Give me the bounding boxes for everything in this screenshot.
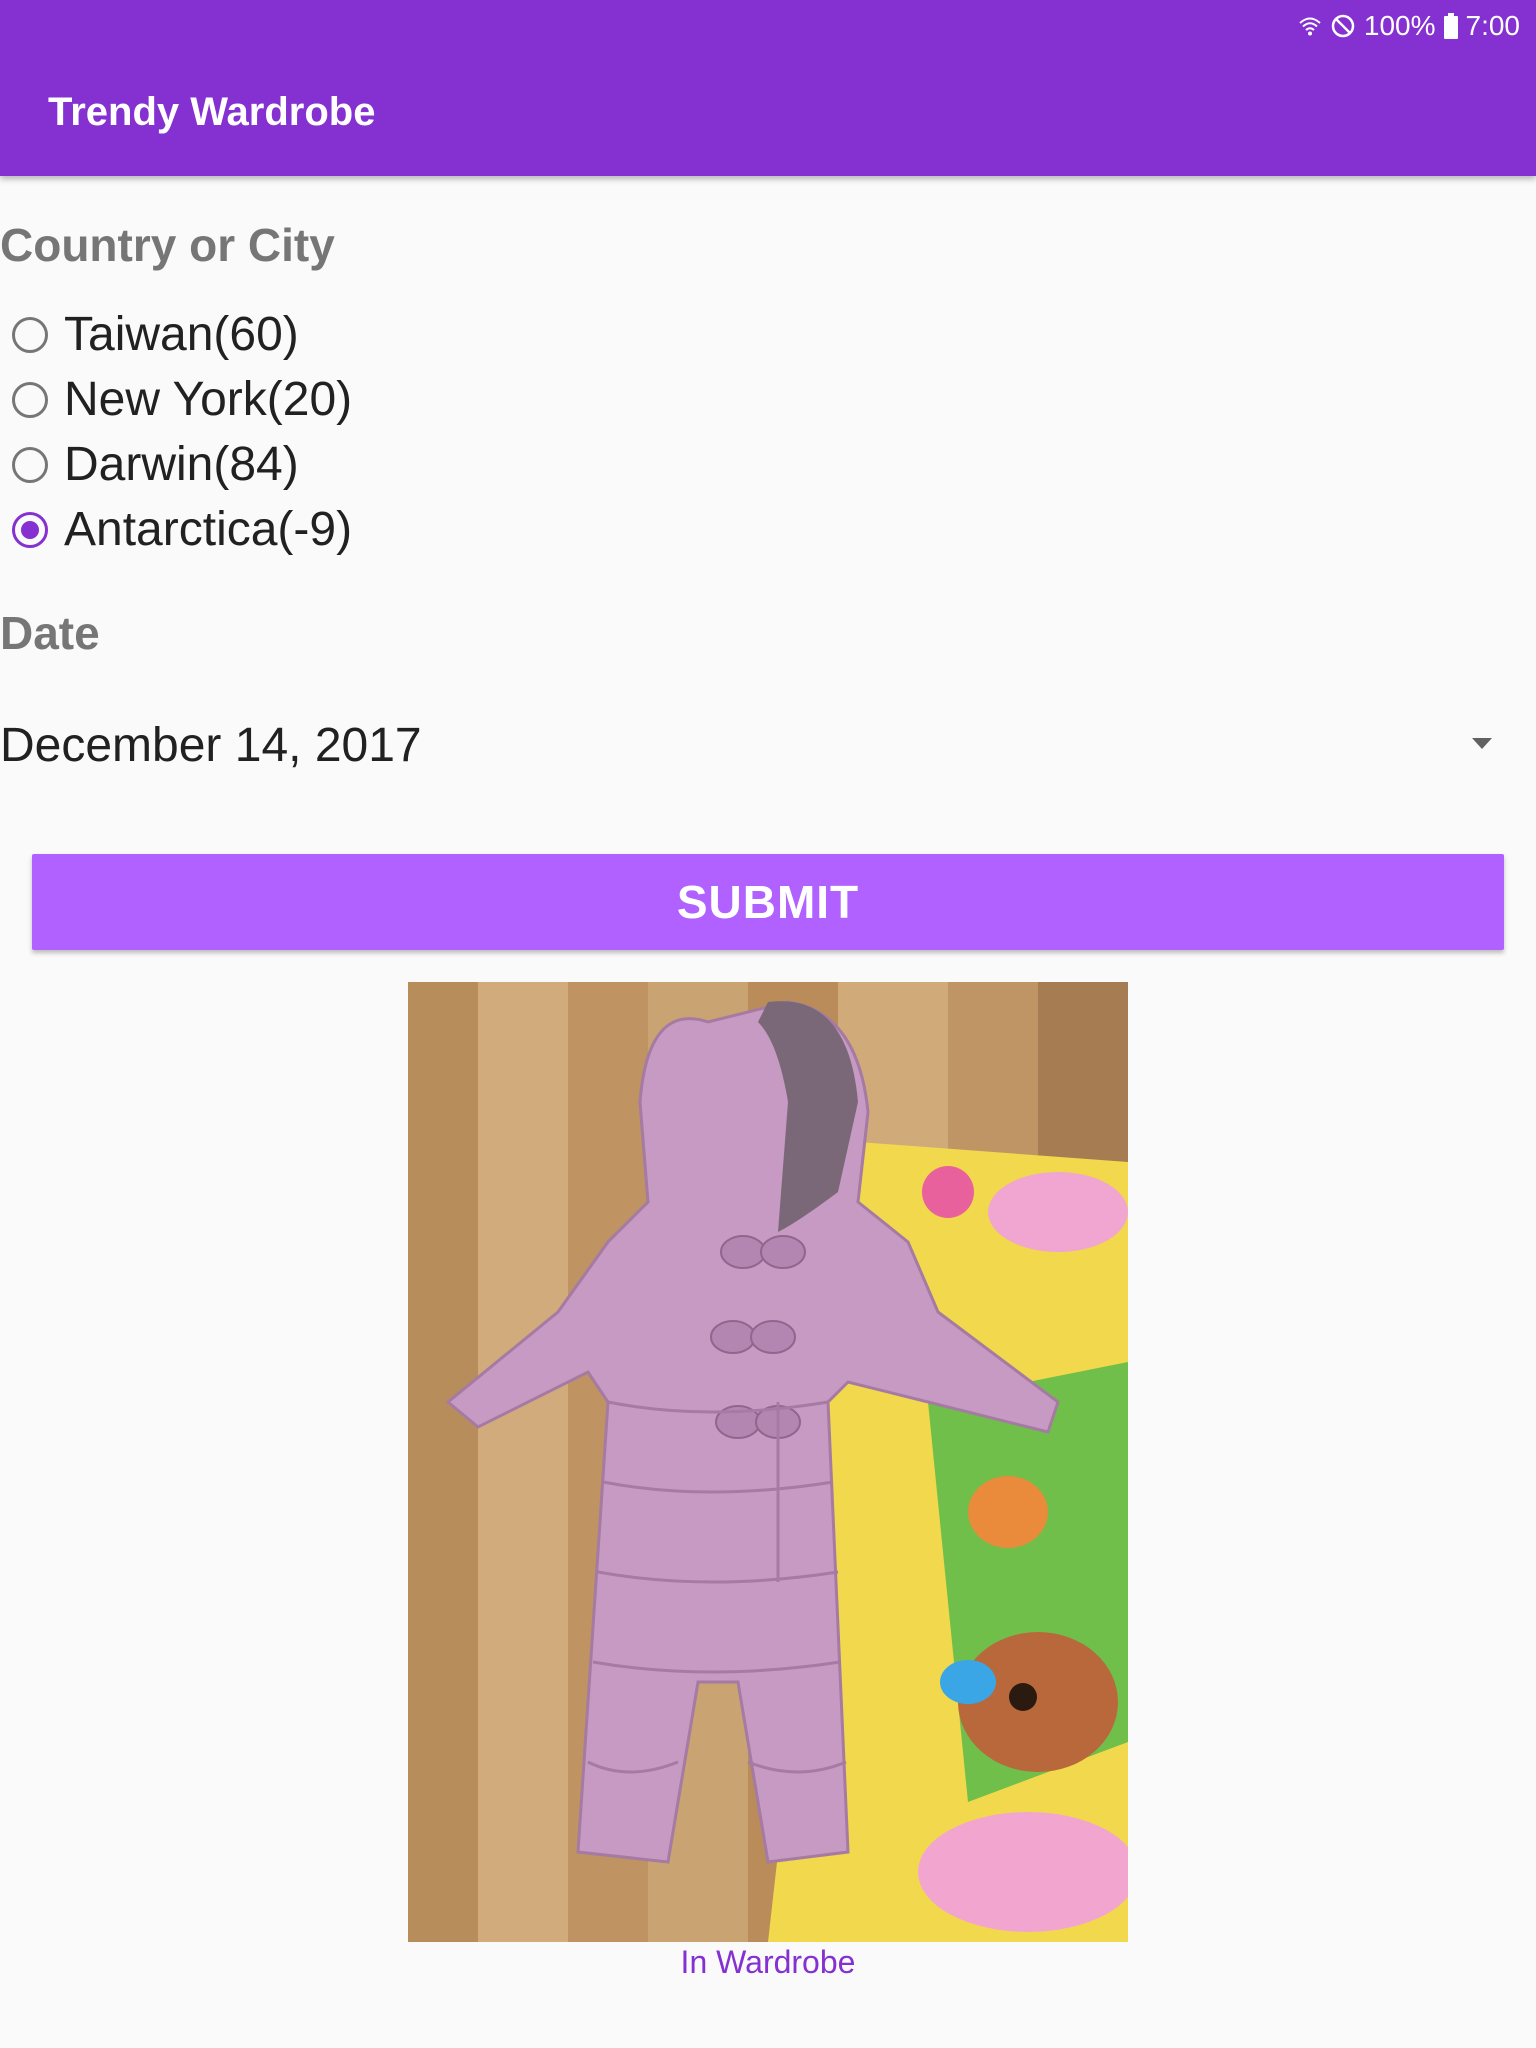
clock: 7:00 — [1465, 10, 1521, 41]
radio-label: Taiwan(60) — [64, 308, 299, 361]
wifi-icon — [1298, 14, 1322, 38]
location-radio-group: Taiwan(60) New York(20) Darwin(84) Antar… — [0, 302, 352, 562]
radio-label: Antarctica(-9) — [64, 503, 353, 556]
battery-percentage: 100% — [1363, 10, 1436, 41]
radio-label: Darwin(84) — [64, 438, 299, 491]
battery-icon — [1443, 13, 1458, 39]
do-not-disturb-icon — [1330, 13, 1356, 39]
submit-button[interactable]: SUBMIT — [32, 854, 1504, 950]
clothing-photo — [408, 982, 1128, 1942]
date-value: December 14, 2017 — [0, 718, 422, 772]
radio-label: New York(20) — [64, 373, 353, 426]
radio-option-antarctica[interactable]: Antarctica(-9) — [0, 497, 352, 562]
result-caption: In Wardrobe — [680, 1944, 856, 1980]
app-title: Trendy Wardrobe — [48, 90, 376, 134]
radio-option-new-york[interactable]: New York(20) — [0, 367, 352, 432]
radio-button[interactable] — [12, 446, 48, 483]
radio-button[interactable] — [12, 511, 48, 548]
location-label: Country or City — [0, 219, 335, 271]
status-bar: 100% 7:00 — [1298, 8, 1520, 44]
radio-option-darwin[interactable]: Darwin(84) — [0, 432, 352, 497]
app-bar: 100% 7:00 Trendy Wardrobe — [0, 0, 1536, 176]
date-label: Date — [0, 607, 100, 659]
date-dropdown[interactable]: December 14, 2017 — [0, 700, 1512, 790]
radio-button[interactable] — [12, 381, 48, 418]
dropdown-arrow-icon — [1472, 738, 1492, 749]
radio-option-taiwan[interactable]: Taiwan(60) — [0, 302, 352, 367]
radio-button[interactable] — [12, 316, 48, 353]
